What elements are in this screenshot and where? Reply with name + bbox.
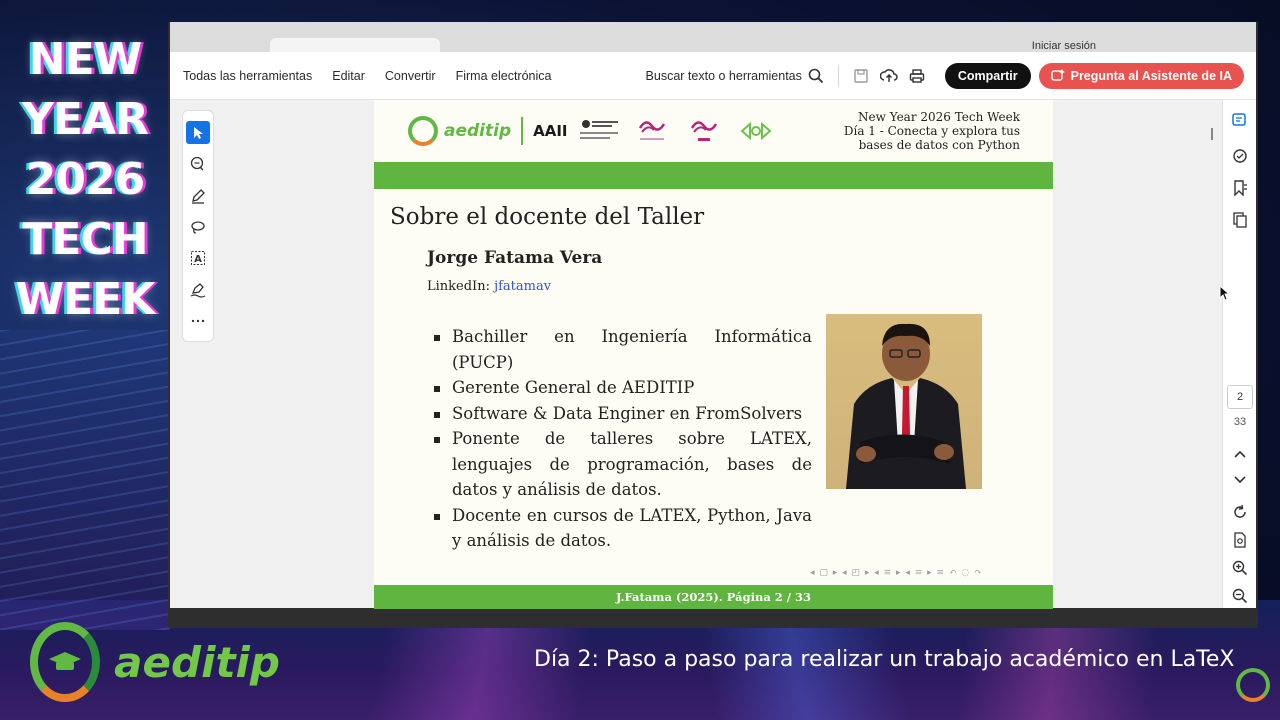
- pages-icon[interactable]: [1230, 210, 1250, 230]
- event-title-line: 2026: [25, 154, 145, 205]
- speaker-photo: [826, 314, 982, 489]
- sponsor-logos: aeditip AAII: [408, 114, 776, 148]
- ribbon-logo-icon: [632, 116, 672, 146]
- browser-tab-strip: Iniciar sesión: [170, 22, 1256, 52]
- list-item: Software & Data Enginer en FromSolvers: [432, 401, 812, 427]
- more-icon[interactable]: [186, 310, 210, 333]
- slide-header-text: New Year 2026 Tech Week Día 1 - Conecta …: [844, 110, 1020, 152]
- session-title: Día 2: Paso a paso para realizar un trab…: [534, 647, 1235, 672]
- document-viewer: A aeditip AAII New Year 2026 Tech Week D…: [170, 100, 1256, 609]
- menu-all-tools[interactable]: Todas las herramientas: [183, 69, 312, 83]
- slide-title-bar: [374, 162, 1053, 189]
- list-item: Bachiller en Ingeniería Informática (PUC…: [432, 324, 812, 375]
- linkedin-link[interactable]: jfatamav: [494, 279, 551, 294]
- logo-divider: [521, 117, 524, 145]
- ai-assistant-button[interactable]: Pregunta al Asistente de IA: [1038, 62, 1244, 89]
- comment-icon[interactable]: [186, 152, 210, 175]
- corner-logo-icon: [1236, 668, 1270, 702]
- ai-assistant-label: Pregunta al Asistente de IA: [1070, 68, 1232, 83]
- chevron-up-icon[interactable]: [1230, 444, 1250, 464]
- save-icon[interactable]: [847, 62, 875, 90]
- aeditip-logo-text: aeditip: [444, 121, 512, 141]
- current-page-input[interactable]: 2: [1227, 385, 1253, 409]
- linkedin-label: LinkedIn:: [427, 279, 490, 294]
- browser-tab[interactable]: [270, 38, 440, 52]
- share-button[interactable]: Compartir: [944, 62, 1031, 89]
- lasso-icon[interactable]: [186, 215, 210, 238]
- select-arrow-icon[interactable]: [186, 121, 210, 145]
- bookmark-icon[interactable]: [1230, 178, 1250, 198]
- list-item: Gerente General de AEDITIP: [432, 375, 812, 401]
- file-search-icon[interactable]: [1230, 530, 1250, 550]
- ai-sparkle-icon: [1050, 68, 1065, 83]
- list-item: Ponente de talleres sobre LATEX, lenguaj…: [432, 426, 812, 503]
- aaii-logo: AAII: [533, 122, 568, 140]
- brand-logo-group: aeditip: [30, 620, 280, 704]
- graduation-cap-logo-icon: [30, 622, 101, 702]
- print-icon[interactable]: [903, 62, 931, 90]
- right-side-panel: 2 33: [1222, 100, 1256, 608]
- list-item: Docente en cursos de LATEX, Python, Java…: [432, 503, 812, 554]
- upload-cloud-icon[interactable]: [875, 62, 903, 90]
- menu-convert[interactable]: Convertir: [385, 69, 436, 83]
- comment-panel-icon[interactable]: [1230, 146, 1250, 166]
- annotation-tools-panel: A: [182, 110, 214, 342]
- svg-text:A: A: [194, 254, 202, 265]
- dsc-logo-icon: [736, 116, 776, 146]
- bio-bullet-list: Bachiller en Ingeniería Informática (PUC…: [432, 324, 812, 554]
- zoom-in-icon[interactable]: [1230, 558, 1250, 578]
- slide-footer: J.Fatama (2025). Página 2 / 33: [374, 585, 1053, 609]
- pdf-page-slide: aeditip AAII New Year 2026 Tech Week Día…: [374, 100, 1053, 609]
- header-line: Día 1 - Conecta y explora tus: [843, 124, 1020, 138]
- slide-header: aeditip AAII New Year 2026 Tech Week Día…: [374, 100, 1053, 162]
- beamer-navigation-icons[interactable]: ◂ ▢ ▸ ◂ ◰ ▸ ◂ ≡ ▸ ◂ ≡ ▸ ≡ ↶ ◌ ↷: [810, 568, 983, 578]
- aeditip-ring-icon: [408, 116, 438, 146]
- vertical-scrollbar[interactable]: [1211, 128, 1213, 140]
- speaker-name: Jorge Fatama Vera: [427, 248, 603, 268]
- event-title: NEW YEAR 2026 TECH WEEK: [0, 30, 170, 330]
- brand-name: aeditip: [114, 637, 280, 687]
- slide-title: Sobre el docente del Taller: [390, 204, 705, 230]
- signature-icon[interactable]: [186, 278, 210, 301]
- toolbar-divider: [837, 64, 839, 87]
- highlight-pen-icon[interactable]: [186, 184, 210, 207]
- event-title-line: NEW: [28, 34, 142, 85]
- ribbon-logo-2-icon: [684, 116, 724, 146]
- mouse-cursor-icon: [1219, 284, 1231, 306]
- event-title-line: WEEK: [15, 274, 156, 325]
- ai-panel-icon[interactable]: [1230, 110, 1250, 130]
- computer-society-logo-icon: [579, 116, 620, 146]
- menu-e-signature[interactable]: Firma electrónica: [456, 69, 552, 83]
- background-circuit: [0, 330, 170, 630]
- search-tools-input[interactable]: Buscar texto o herramientas: [646, 69, 802, 83]
- screen-capture: Iniciar sesión Todas las herramientas Ed…: [168, 22, 1258, 628]
- header-line: New Year 2026 Tech Week: [858, 110, 1020, 124]
- pdf-toolbar: Todas las herramientas Editar Convertir …: [170, 52, 1256, 100]
- header-line: bases de datos con Python: [858, 138, 1020, 152]
- refresh-icon[interactable]: [1230, 502, 1250, 522]
- aeditip-logo: aeditip: [408, 116, 511, 146]
- menu-edit[interactable]: Editar: [332, 69, 365, 83]
- text-select-icon[interactable]: A: [186, 247, 210, 270]
- total-pages: 33: [1233, 416, 1247, 428]
- zoom-out-icon[interactable]: [1230, 586, 1250, 606]
- search-icon[interactable]: [802, 62, 830, 90]
- event-title-line: YEAR: [22, 94, 149, 145]
- linkedin-line: LinkedIn: jfatamav: [427, 279, 551, 294]
- chevron-down-icon[interactable]: [1230, 470, 1250, 490]
- event-title-line: TECH: [22, 214, 148, 265]
- signin-link[interactable]: Iniciar sesión: [1032, 40, 1096, 52]
